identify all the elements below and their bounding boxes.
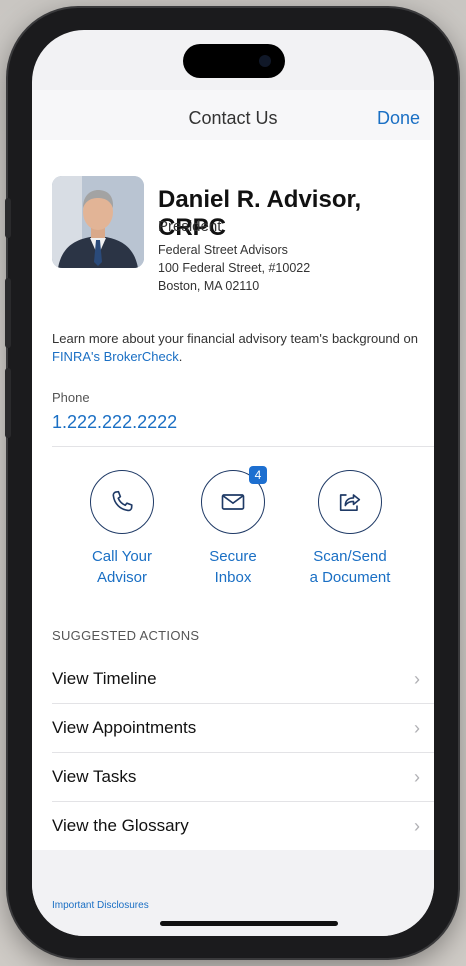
learn-more-copy: Learn more about your financial advisory… — [52, 331, 418, 346]
unread-count-badge: 4 — [249, 466, 267, 484]
secure-inbox-label-line2: Inbox — [214, 569, 252, 586]
secure-inbox-circle: 4 — [201, 466, 267, 534]
chevron-right-icon: › — [414, 816, 420, 836]
call-advisor-button[interactable]: Call Your Advisor — [67, 470, 177, 588]
volume-up-button — [5, 278, 11, 348]
phone-icon — [112, 490, 133, 512]
chevron-right-icon: › — [414, 767, 420, 787]
phone-frame: Contact Us Done Daniel R. Advisor, CRPC … — [5, 8, 458, 958]
list-item-view-appointments[interactable]: View Appointments › — [52, 704, 434, 753]
learn-more-text: Learn more about your financial advisory… — [52, 330, 422, 366]
list-item-label: View Tasks — [52, 767, 137, 786]
address-line-2: Boston, MA 02110 — [158, 279, 260, 293]
list-item-view-tasks[interactable]: View Tasks › — [52, 753, 434, 802]
share-icon — [339, 494, 361, 511]
secure-inbox-label-line1: Secure — [209, 548, 257, 565]
list-item-label: View the Glossary — [52, 816, 189, 835]
brokercheck-link[interactable]: FINRA's BrokerCheck — [52, 349, 179, 364]
learn-more-suffix: . — [178, 349, 183, 364]
volume-down-button — [5, 368, 11, 438]
phone-label: Phone — [52, 390, 90, 405]
suggested-actions-heading: SUGGESTED ACTIONS — [52, 628, 200, 643]
contact-content: Daniel R. Advisor, CRPC President Federa… — [32, 140, 434, 850]
scan-send-label-line1: Scan/Send — [313, 548, 387, 565]
address-line-1: 100 Federal Street, #10022 — [158, 261, 311, 275]
page-title: Contact Us — [188, 108, 278, 128]
chevron-right-icon: › — [414, 718, 420, 738]
firm-name: Federal Street Advisors — [158, 243, 288, 257]
scan-send-label: Scan/Send a Document — [295, 546, 405, 588]
list-item-label: View Appointments — [52, 718, 197, 737]
call-advisor-label: Call Your Advisor — [67, 546, 177, 588]
footer: Important Disclosures — [32, 850, 434, 936]
camera-lens — [259, 55, 271, 67]
scan-send-document-button[interactable]: Scan/Send a Document — [295, 470, 405, 588]
phone-number-link[interactable]: 1.222.222.2222 — [52, 412, 177, 433]
scan-send-label-line2: a Document — [309, 569, 391, 586]
avatar — [52, 176, 144, 268]
list-item-label: View Timeline — [52, 669, 157, 688]
envelope-icon — [221, 494, 245, 510]
home-indicator[interactable] — [160, 921, 338, 926]
advisor-title: President — [158, 218, 222, 235]
dynamic-island — [183, 44, 285, 78]
call-advisor-label-line2: Advisor — [96, 569, 148, 586]
done-button[interactable]: Done — [377, 108, 420, 129]
call-advisor-circle — [90, 470, 154, 534]
secure-inbox-label: Secure Inbox — [178, 546, 288, 588]
secure-inbox-button[interactable]: 4 Secure Inbox — [178, 466, 288, 588]
screen: Contact Us Done Daniel R. Advisor, CRPC … — [32, 30, 434, 936]
chevron-right-icon: › — [414, 669, 420, 689]
call-advisor-label-line1: Call Your — [91, 548, 153, 565]
scan-send-circle — [318, 470, 382, 534]
nav-bar: Contact Us Done — [32, 90, 434, 141]
divider — [52, 446, 434, 447]
list-item-view-glossary[interactable]: View the Glossary › — [52, 802, 434, 850]
advisor-photo — [52, 176, 144, 268]
list-item-view-timeline[interactable]: View Timeline › — [52, 655, 434, 704]
mute-switch — [5, 198, 11, 238]
important-disclosures-link[interactable]: Important Disclosures — [52, 900, 149, 911]
